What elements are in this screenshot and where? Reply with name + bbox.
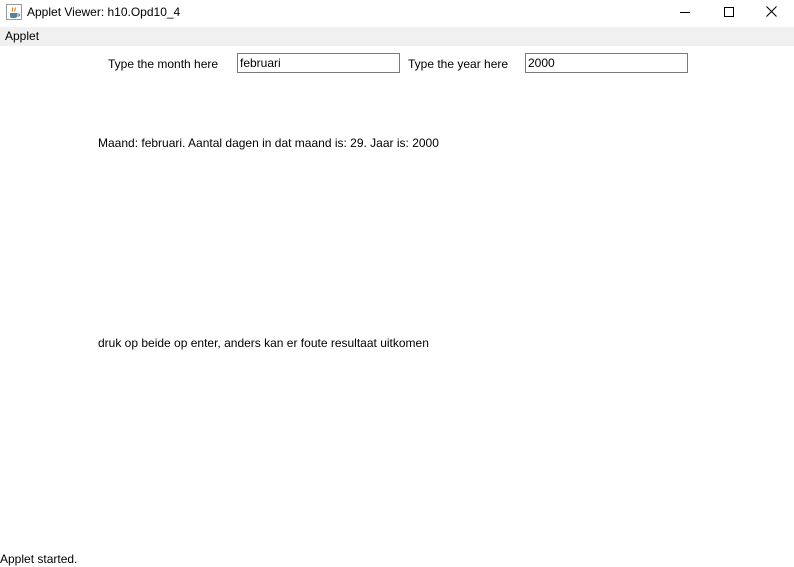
menu-bar: Applet (0, 27, 794, 46)
title-bar[interactable]: Applet Viewer: h10.Opd10_4 (0, 0, 794, 26)
close-button[interactable] (748, 0, 794, 26)
minimize-button[interactable] (662, 0, 708, 26)
maximize-icon (724, 4, 734, 22)
result-text: Maand: februari. Aantal dagen in dat maa… (98, 136, 439, 150)
hint-text: druk op beide op enter, anders kan er fo… (98, 336, 429, 350)
month-label: Type the month here (108, 57, 219, 71)
minimize-icon (680, 4, 690, 22)
maximize-button[interactable] (706, 0, 752, 26)
year-label: Type the year here (408, 57, 509, 71)
menu-applet[interactable]: Applet (5, 29, 39, 44)
java-coffee-cup-icon (6, 4, 22, 20)
month-input[interactable] (237, 53, 400, 73)
close-icon (765, 4, 777, 22)
status-bar-text: Applet started. (0, 552, 78, 566)
window-title: Applet Viewer: h10.Opd10_4 (27, 5, 181, 19)
year-input[interactable] (525, 53, 688, 73)
